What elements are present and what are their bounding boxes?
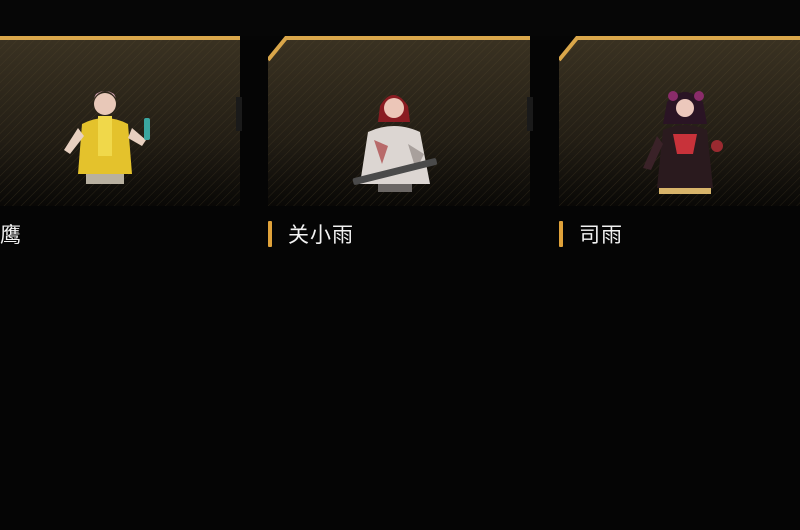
accent-bar <box>268 221 272 247</box>
card-divider-tab <box>527 97 533 131</box>
character-portrait <box>629 84 739 219</box>
name-row: 关小雨 <box>268 219 354 249</box>
character-name: 鹰 <box>0 223 22 247</box>
character-portrait <box>338 84 448 219</box>
card-divider-tab <box>236 97 242 131</box>
accent-bar <box>559 221 563 247</box>
character-portrait <box>50 84 160 219</box>
character-card-1[interactable]: 鹰 <box>0 36 240 266</box>
top-strip <box>0 0 800 36</box>
character-card-2[interactable]: 关小雨 <box>268 36 538 266</box>
character-card-3[interactable]: 司雨 <box>559 36 800 266</box>
character-gallery: 鹰 关小雨 司雨 <box>0 0 800 530</box>
name-row: 司雨 <box>559 219 623 249</box>
name-row: 鹰 <box>0 219 22 249</box>
character-name: 司雨 <box>579 223 623 247</box>
character-name: 关小雨 <box>288 223 354 247</box>
